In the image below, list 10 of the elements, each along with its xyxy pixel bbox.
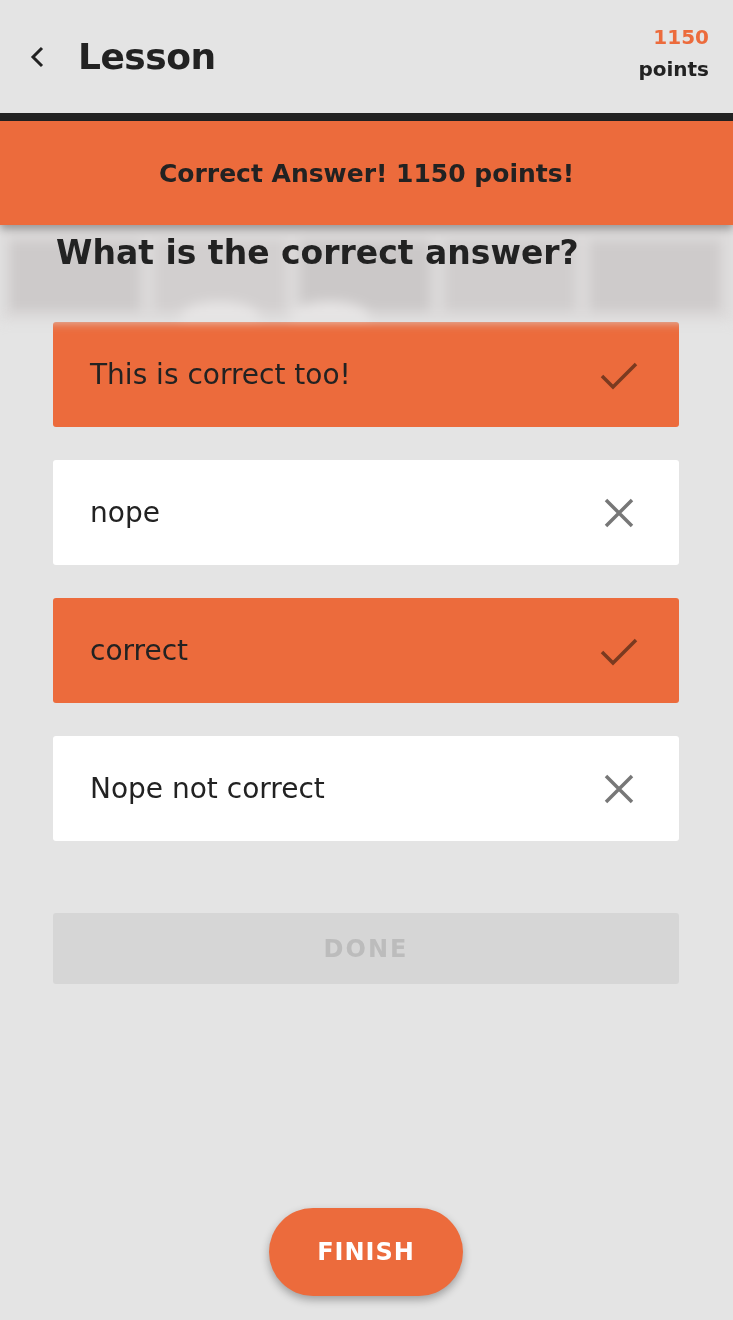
- wrong-answer-option[interactable]: Nope not correct: [53, 736, 679, 841]
- finish-button[interactable]: FINISH: [269, 1208, 463, 1296]
- page-title: Lesson: [78, 36, 217, 77]
- score-label: points: [638, 56, 709, 81]
- banner-text: Correct Answer! 1150 points!: [158, 158, 575, 188]
- correct-answer-option[interactable]: correct: [53, 598, 679, 703]
- correct-answer-option[interactable]: This is correct too!: [53, 322, 679, 427]
- score-value: 1150: [653, 24, 709, 49]
- question-text: What is the correct answer?: [56, 233, 579, 272]
- wrong-answer-option[interactable]: nope: [53, 460, 679, 565]
